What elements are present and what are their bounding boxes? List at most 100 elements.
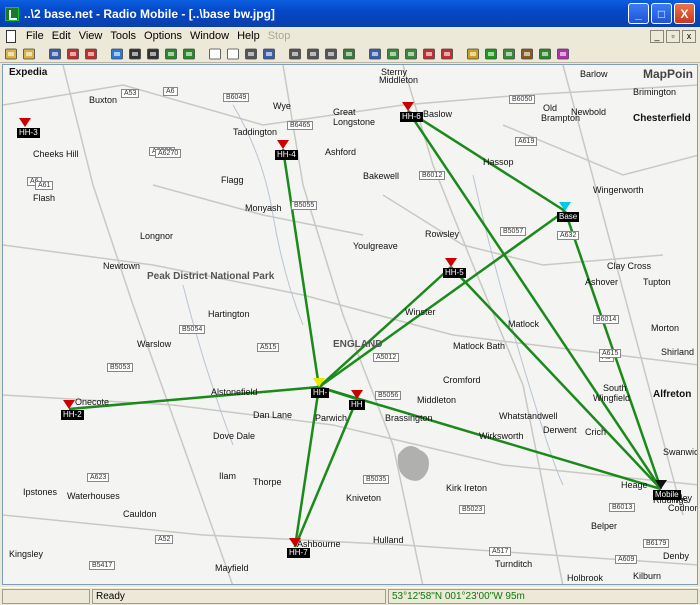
menu-edit[interactable]: Edit — [50, 30, 77, 42]
station-label-hh[interactable]: HH — [349, 400, 365, 410]
station-label-hh-3[interactable]: HH-3 — [17, 128, 40, 138]
place-label: Shirland — [661, 347, 695, 357]
copy-all-icon[interactable] — [324, 47, 338, 61]
plugin-icon[interactable] — [556, 47, 570, 61]
document-icon[interactable] — [6, 29, 16, 43]
place-label: Buxton — [89, 95, 118, 105]
mdi-restore-button[interactable]: ▫ — [666, 29, 680, 43]
place-label: Kingsley — [9, 549, 44, 559]
place-label: Flagg — [221, 175, 244, 185]
station-label-hh-5[interactable]: HH-5 — [443, 268, 466, 278]
menu-stop[interactable]: Stop — [266, 30, 297, 42]
road-label: A52 — [155, 535, 174, 544]
station-label-hh-6[interactable]: HH-6 — [400, 112, 423, 122]
properties-icon[interactable] — [128, 47, 142, 61]
maximize-button[interactable]: □ — [651, 3, 672, 24]
map-background — [3, 65, 697, 584]
elevation-icon[interactable] — [386, 47, 400, 61]
copy-map-icon[interactable] — [226, 47, 240, 61]
status-bar: Ready 53°12'58"N 001°23'00"W 95m — [0, 587, 700, 605]
mdi-close-button[interactable]: x — [682, 29, 696, 43]
network-icon[interactable] — [538, 47, 552, 61]
station-label-hh-center[interactable]: HH- — [311, 388, 330, 398]
mdi-minimize-button[interactable]: _ — [650, 29, 664, 43]
place-label: Ilam — [219, 471, 237, 481]
station-label-hh-2[interactable]: HH-2 — [61, 410, 84, 420]
station-marker-hh-7[interactable] — [289, 538, 301, 547]
route-icon[interactable] — [520, 47, 534, 61]
place-label: ENGLAND — [333, 339, 383, 350]
back-icon[interactable] — [164, 47, 178, 61]
title-bar: ..\2 base.net - Radio Mobile - [..\base … — [0, 0, 700, 27]
station-marker-hh-6[interactable] — [402, 102, 414, 111]
forward-icon[interactable] — [182, 47, 196, 61]
link-HH-5-HH-center — [318, 266, 452, 388]
menu-tools[interactable]: Tools — [108, 30, 142, 42]
mdi-controls: _ ▫ x — [650, 29, 696, 43]
place-label: Warslow — [137, 339, 172, 349]
unit-add-icon[interactable] — [84, 47, 98, 61]
station-marker-hh-center[interactable] — [313, 378, 325, 387]
place-label: Hassop — [483, 157, 514, 167]
delete-area-icon[interactable] — [440, 47, 454, 61]
coverage-icon[interactable] — [484, 47, 498, 61]
road-label: A6270 — [155, 149, 182, 158]
save-icon[interactable] — [48, 47, 62, 61]
station-marker-hh-5[interactable] — [445, 258, 457, 267]
polar-icon[interactable] — [502, 47, 516, 61]
view-icon[interactable] — [368, 47, 382, 61]
radio-link-icon[interactable] — [466, 47, 480, 61]
station-label-hh-7[interactable]: HH-7 — [287, 548, 310, 558]
place-label: Old — [543, 103, 558, 113]
road-label: B6014 — [593, 315, 620, 324]
radio-mobile-app-icon[interactable] — [5, 6, 19, 21]
antenna-icon[interactable] — [422, 47, 436, 61]
blank-map-icon[interactable] — [208, 47, 222, 61]
place-label: Belper — [591, 521, 618, 531]
minimize-button[interactable]: _ — [628, 3, 649, 24]
map-view[interactable]: Expedia Buxton Sterny Middleton Barlow Brimin… — [2, 64, 698, 585]
menu-file[interactable]: File — [24, 30, 50, 42]
world-icon[interactable] — [110, 47, 124, 61]
link-HH-4-HH-center — [281, 148, 321, 388]
copy-icon[interactable] — [306, 47, 320, 61]
select-area-icon[interactable] — [404, 47, 418, 61]
station-marker-base[interactable] — [559, 202, 571, 211]
station-marker-hh-2[interactable] — [63, 400, 75, 409]
print-icon[interactable] — [288, 47, 302, 61]
place-label: Kniveton — [346, 493, 382, 503]
place-label: Tupton — [643, 277, 671, 287]
place-label: Chesterfield — [633, 113, 691, 124]
new-icon[interactable] — [4, 47, 18, 61]
station-label-hh-4[interactable]: HH-4 — [275, 150, 298, 160]
menu-help[interactable]: Help — [235, 30, 266, 42]
menu-view[interactable]: View — [77, 30, 109, 42]
landscape-icon[interactable] — [342, 47, 356, 61]
place-label: Winster — [405, 307, 436, 317]
menu-options[interactable]: Options — [142, 30, 188, 42]
road-label: B5056 — [375, 391, 402, 400]
station-label-mobile[interactable]: Mobile — [653, 490, 681, 500]
place-label: Longnor — [140, 231, 174, 241]
station-marker-hh[interactable] — [351, 390, 363, 399]
save-map-icon[interactable] — [262, 47, 276, 61]
station-label-base[interactable]: Base — [557, 212, 580, 222]
close-button[interactable]: X — [674, 3, 695, 24]
menu-window[interactable]: Window — [188, 30, 235, 42]
place-label: Barlow — [580, 69, 608, 79]
place-label: Baslow — [423, 109, 453, 119]
place-label: Great — [333, 107, 356, 117]
station-marker-mobile[interactable] — [655, 480, 667, 489]
place-label: Ashover — [585, 277, 619, 287]
place-label: Cheeks Hill — [33, 149, 79, 159]
paste-icon[interactable] — [244, 47, 258, 61]
camera-icon[interactable] — [146, 47, 160, 61]
station-marker-hh-3[interactable] — [19, 118, 31, 127]
road-label: B5035 — [363, 475, 390, 484]
place-label: Kilburn — [633, 571, 662, 581]
place-label: South — [603, 383, 627, 393]
open-icon[interactable] — [22, 47, 36, 61]
place-label: Alfreton — [653, 389, 692, 400]
unit-delete-icon[interactable] — [66, 47, 80, 61]
station-marker-hh-4[interactable] — [277, 140, 289, 149]
